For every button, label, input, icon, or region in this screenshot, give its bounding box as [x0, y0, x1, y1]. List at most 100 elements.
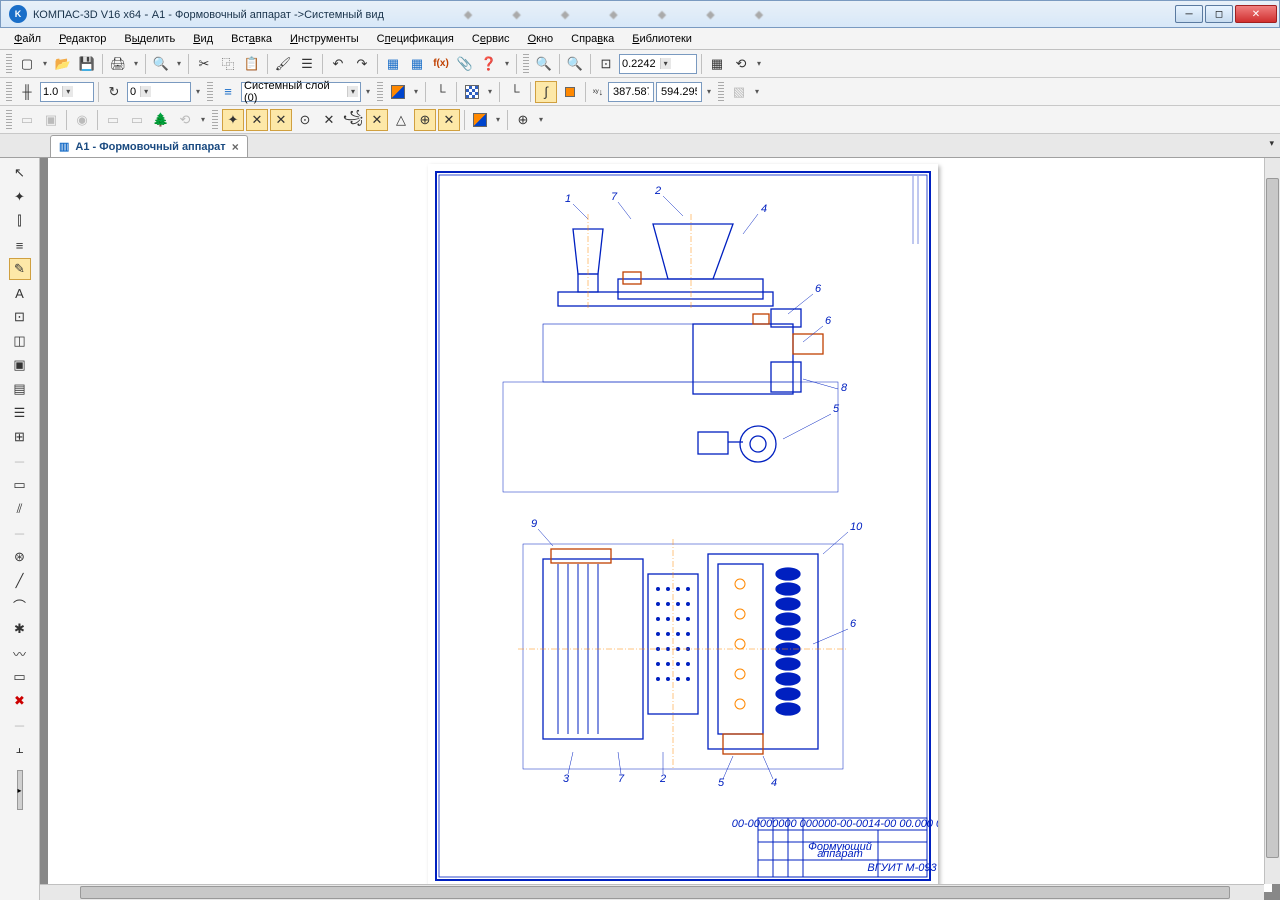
open-button[interactable]: 📂	[52, 53, 74, 75]
tool-text[interactable]: A	[9, 282, 31, 304]
toolbar-grip[interactable]	[718, 82, 724, 102]
snap-tangent-button[interactable]: ✕	[318, 109, 340, 131]
scroll-thumb[interactable]	[80, 886, 1230, 899]
tool-geometry[interactable]: ✦	[9, 186, 31, 208]
tool-arc[interactable]: ⌒	[9, 594, 31, 616]
snap-perpendicular-button[interactable]: ꧁	[342, 109, 364, 131]
snap-dropdown[interactable]: ▾	[493, 109, 503, 131]
toolbar-grip[interactable]	[377, 82, 383, 102]
snap-toggle-button[interactable]: ⊕	[512, 109, 534, 131]
preview-dropdown[interactable]: ▾	[174, 53, 184, 75]
document-tab-active[interactable]: ▥ А1 - Формовочный аппарат ×	[50, 135, 248, 157]
undo-button[interactable]: ↶	[327, 53, 349, 75]
snap-color-button[interactable]	[469, 109, 491, 131]
toolbar-grip[interactable]	[207, 82, 213, 102]
step-button[interactable]: ╫	[16, 81, 38, 103]
snap-endpoint-button[interactable]: ✦	[222, 109, 244, 131]
toolbar-grip[interactable]	[6, 54, 12, 74]
tool-spline[interactable]: 〰	[9, 642, 31, 664]
menu-service[interactable]: Сервис	[464, 31, 518, 47]
panel-expand-button[interactable]: ▸	[17, 770, 23, 810]
snap-point-button[interactable]: ✕	[438, 109, 460, 131]
tool-hatch[interactable]: ⫽	[9, 498, 31, 520]
angle-select[interactable]: 0 ▾	[127, 82, 191, 102]
close-button[interactable]: ✕	[1235, 5, 1277, 23]
toolbar-overflow[interactable]: ▾	[198, 109, 208, 131]
maximize-button[interactable]: ◻	[1205, 5, 1233, 23]
scroll-thumb[interactable]	[1266, 178, 1279, 858]
menu-view[interactable]: Вид	[185, 31, 221, 47]
cut-button[interactable]: ✂	[193, 53, 215, 75]
variables-button[interactable]: ▦	[406, 53, 428, 75]
grid-button[interactable]	[461, 81, 483, 103]
tabs-menu-button[interactable]: ▾	[1269, 138, 1274, 149]
tool-edit[interactable]: ✎	[9, 258, 31, 280]
grid-dropdown[interactable]: ▾	[485, 81, 495, 103]
menu-help[interactable]: Справка	[563, 31, 622, 47]
library-manager-button[interactable]: ▦	[382, 53, 404, 75]
help-context-button[interactable]: ❓	[478, 53, 500, 75]
tool-spec[interactable]: ▤	[9, 378, 31, 400]
menu-libs[interactable]: Библиотеки	[624, 31, 700, 47]
rounding-button[interactable]: ∫	[535, 81, 557, 103]
layer-select[interactable]: Системный слой (0) ▾	[241, 82, 361, 102]
layers-button[interactable]: ≡	[217, 81, 239, 103]
tool-offset[interactable]: ⫠	[9, 738, 31, 760]
zoom-fit-button[interactable]: ⊡	[595, 53, 617, 75]
print-dropdown[interactable]: ▾	[131, 53, 141, 75]
toolbar-overflow[interactable]: ▾	[502, 53, 512, 75]
copy-button[interactable]: ⿻	[217, 53, 239, 75]
color-dropdown[interactable]: ▾	[411, 81, 421, 103]
tool-constraints[interactable]: ⊛	[9, 546, 31, 568]
tool-reports[interactable]: ☰	[9, 402, 31, 424]
properties-button[interactable]: ☰	[296, 53, 318, 75]
refresh-view-button[interactable]: ▦	[706, 53, 728, 75]
zoom-select[interactable]: 0.2242 ▾	[619, 54, 697, 74]
snap-grid-button[interactable]: ⊕	[414, 109, 436, 131]
fx-button[interactable]: f(x)	[430, 53, 452, 75]
toolbar-overflow[interactable]: ▾	[752, 81, 762, 103]
dimension-button[interactable]	[559, 81, 581, 103]
horizontal-scrollbar[interactable]	[40, 884, 1264, 900]
play-button[interactable]: 📎	[454, 53, 476, 75]
toolbar-grip[interactable]	[212, 110, 218, 130]
angle-step-button[interactable]: ↻	[103, 81, 125, 103]
toolbar-grip[interactable]	[6, 82, 12, 102]
tool-views[interactable]: ▭	[9, 474, 31, 496]
paste-button[interactable]: 📋	[241, 53, 263, 75]
orthogonal-button[interactable]: └	[430, 81, 452, 103]
tool-dimensions[interactable]: ⫿	[9, 210, 31, 232]
snap-angle-button[interactable]: △	[390, 109, 412, 131]
local-cs-button[interactable]: └	[504, 81, 526, 103]
minimize-button[interactable]: ─	[1175, 5, 1203, 23]
zoom-in-button[interactable]: 🔍	[533, 53, 555, 75]
menu-edit[interactable]: Редактор	[51, 31, 114, 47]
toolbar-overflow[interactable]: ▾	[704, 81, 714, 103]
tool-line[interactable]: ╱	[9, 570, 31, 592]
tool-measure[interactable]: ◫	[9, 330, 31, 352]
toolbar-overflow[interactable]: ▾	[363, 81, 373, 103]
toolbar-grip[interactable]	[523, 54, 529, 74]
menu-spec[interactable]: Спецификация	[369, 31, 462, 47]
tool-point[interactable]: ✱	[9, 618, 31, 640]
snap-nearest-button[interactable]: ✕	[366, 109, 388, 131]
tool-designations[interactable]: ≡	[9, 234, 31, 256]
color-fill-button[interactable]	[387, 81, 409, 103]
rebuild-button[interactable]: ⟲	[730, 53, 752, 75]
snap-intersection-button[interactable]: ✕	[270, 109, 292, 131]
redo-button[interactable]: ↷	[351, 53, 373, 75]
tool-parametrize[interactable]: ⊡	[9, 306, 31, 328]
menu-tools[interactable]: Инструменты	[282, 31, 367, 47]
snap-center-button[interactable]: ⊙	[294, 109, 316, 131]
tool-pointer[interactable]: ↖	[9, 162, 31, 184]
menu-select[interactable]: Выделить	[116, 31, 183, 47]
zoom-window-button[interactable]: 🔍	[564, 53, 586, 75]
line-width-select[interactable]: 1.0 ▾	[40, 82, 94, 102]
tool-select[interactable]: ▣	[9, 354, 31, 376]
coord-y-input[interactable]	[656, 82, 702, 102]
new-button[interactable]: ▢	[16, 53, 38, 75]
tool-rect[interactable]: ▭	[9, 666, 31, 688]
toolbar-overflow[interactable]: ▾	[193, 81, 203, 103]
new-dropdown[interactable]: ▾	[40, 53, 50, 75]
drawing-canvas[interactable]: 1 7 2 4 6 6 8 5	[40, 158, 1280, 900]
